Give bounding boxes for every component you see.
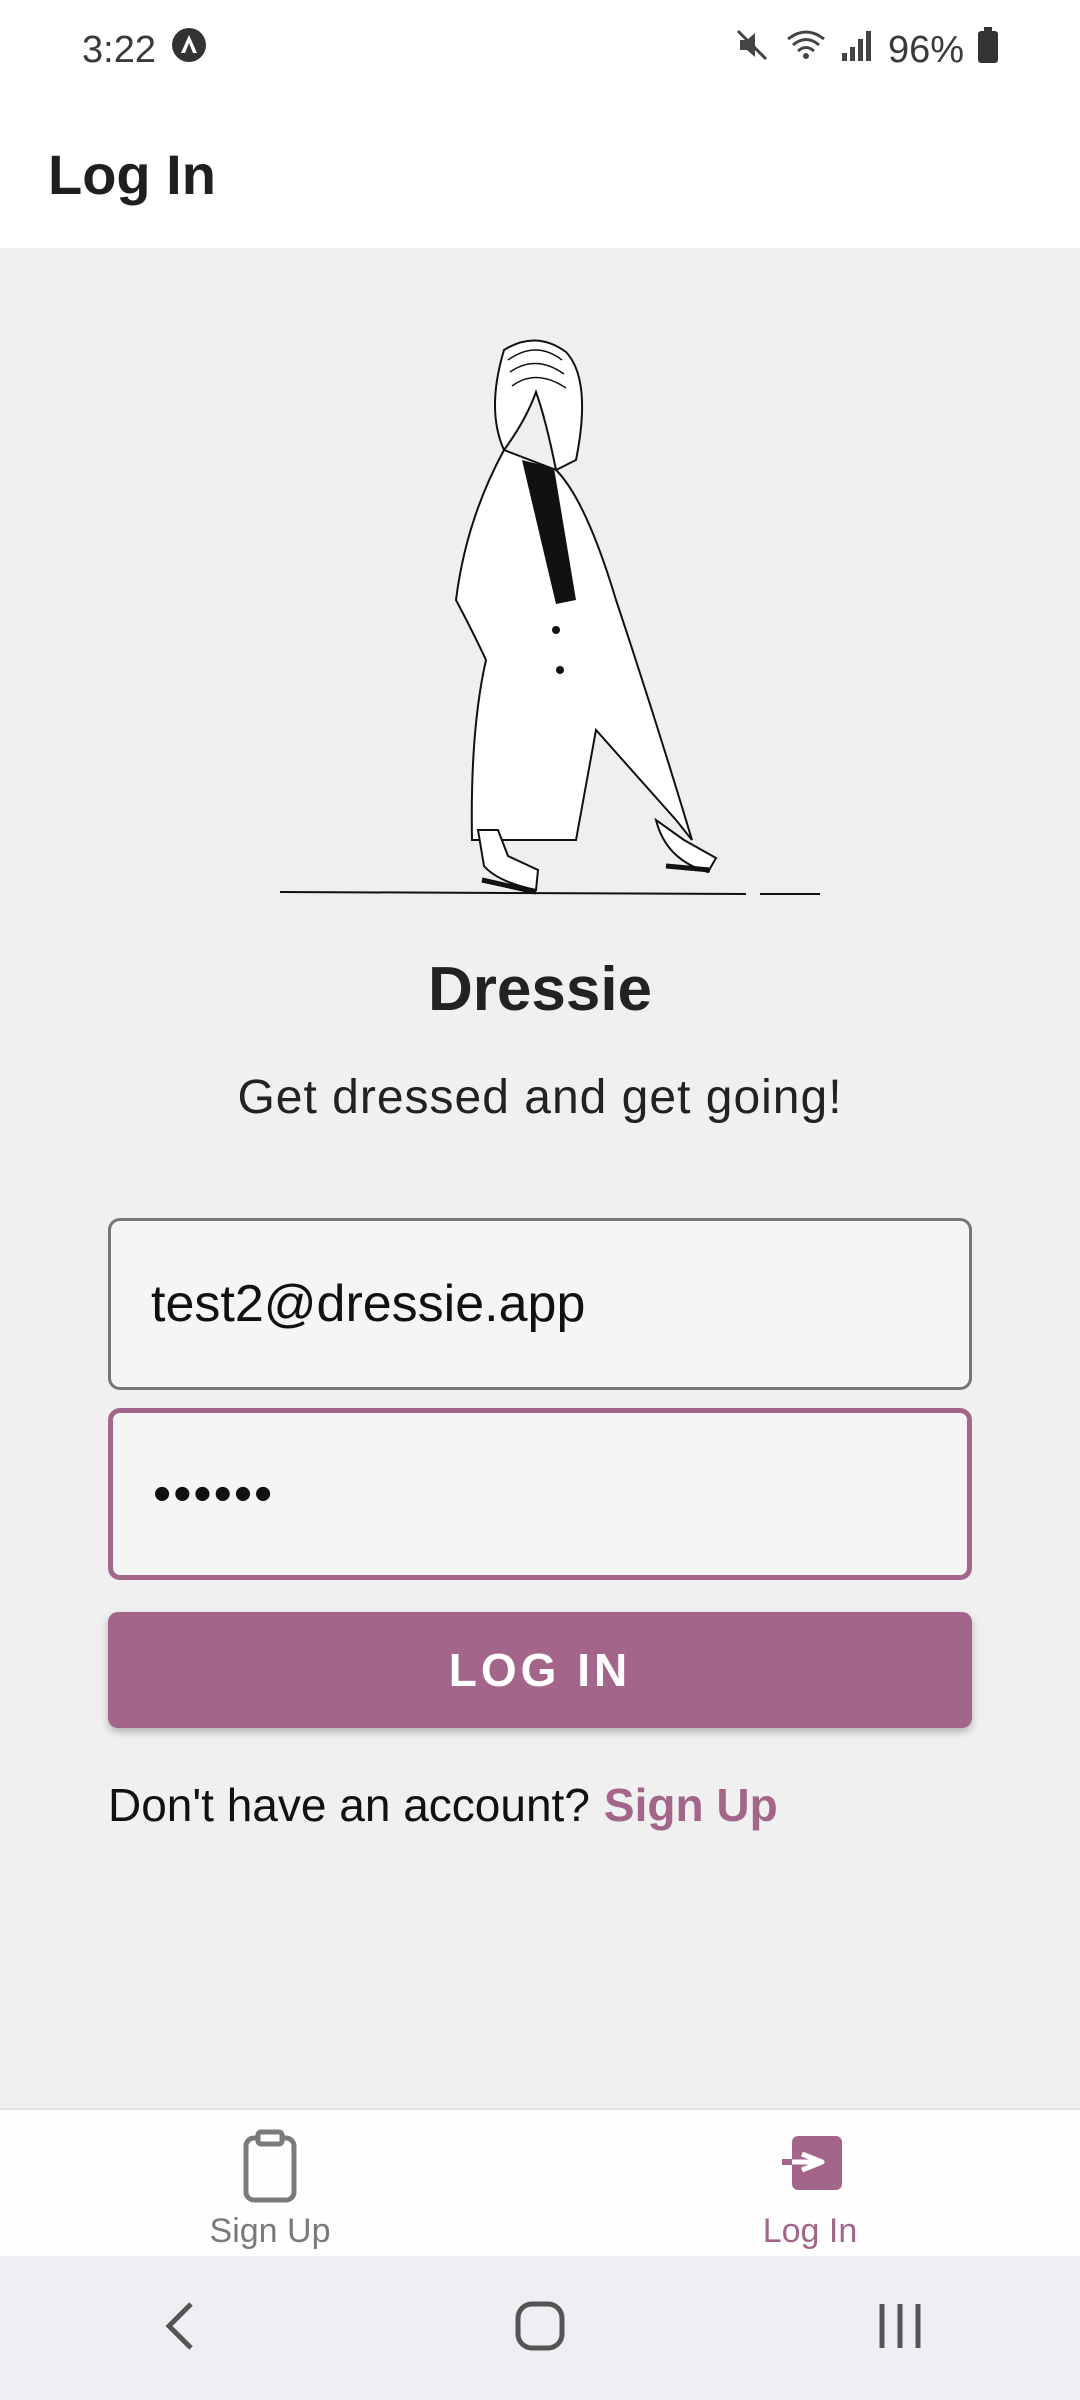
page-title: Log In (48, 142, 216, 206)
battery-icon (976, 25, 1000, 75)
back-button[interactable] (120, 2268, 240, 2388)
recents-icon (870, 2296, 930, 2361)
wifi-icon (784, 25, 828, 75)
login-screen: Dressie Get dressed and get going! test2… (0, 248, 1080, 2108)
mute-icon (732, 25, 772, 75)
system-nav-bar (0, 2256, 1080, 2400)
battery-percent: 96% (887, 28, 964, 71)
tab-log-in[interactable]: Log In (540, 2110, 1080, 2258)
login-icon (770, 2126, 850, 2206)
signup-prompt: Don't have an account? Sign Up (108, 1778, 778, 1832)
password-field[interactable]: •••••• (108, 1408, 972, 1580)
email-value: test2@dressie.app (151, 1275, 586, 1333)
bottom-tab-bar: Sign Up Log In (0, 2108, 1080, 2256)
signup-link[interactable]: Sign Up (604, 1779, 778, 1831)
tab-sign-up-label: Sign Up (209, 2212, 331, 2250)
app-name: Dressie (427, 955, 653, 1024)
status-time: 3:22 (82, 28, 156, 71)
home-button[interactable] (480, 2268, 600, 2388)
status-bar: 3:22 96% (0, 0, 1080, 100)
app-tagline: Get dressed and get going! (237, 1071, 843, 1124)
app-notification-icon (170, 26, 208, 74)
recents-button[interactable] (840, 2268, 960, 2388)
signal-icon (840, 25, 876, 75)
login-button[interactable]: LOG IN (108, 1612, 972, 1728)
tab-log-in-label: Log In (762, 2212, 858, 2250)
home-icon (510, 2296, 570, 2361)
back-icon (155, 2296, 205, 2361)
email-field[interactable]: test2@dressie.app (108, 1218, 972, 1390)
app-header: Log In (0, 100, 1080, 248)
walking-woman-illustration (236, 300, 840, 900)
clipboard-icon (230, 2126, 310, 2206)
signup-prompt-text: Don't have an account? (108, 1779, 590, 1831)
password-value: •••••• (153, 1465, 275, 1523)
tab-sign-up[interactable]: Sign Up (0, 2110, 540, 2258)
